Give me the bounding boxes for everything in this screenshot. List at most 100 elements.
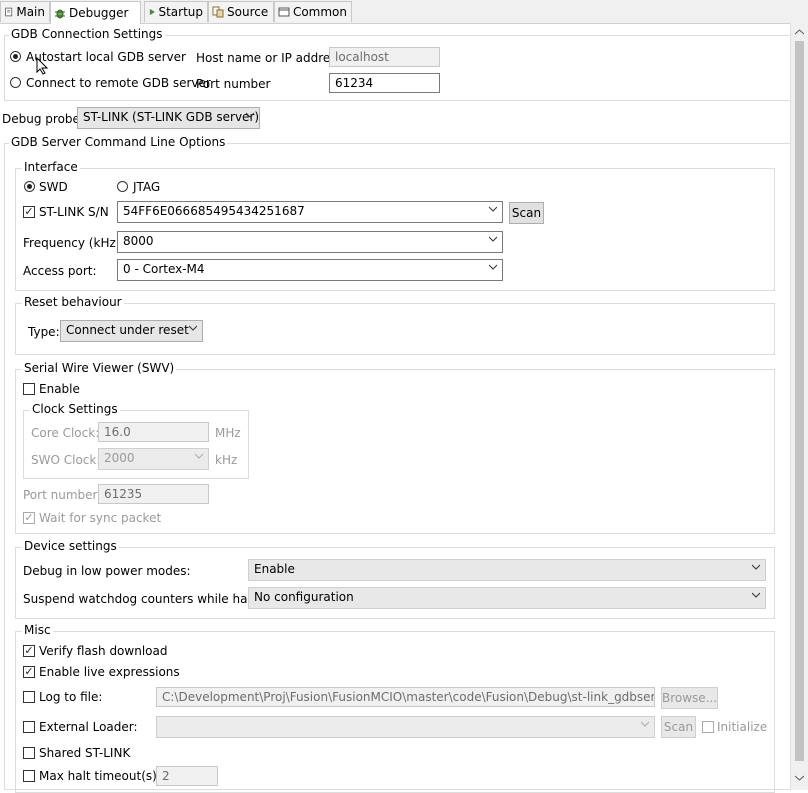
swv-enable-label[interactable]: Enable [39, 382, 80, 396]
gdb-connection-title: GDB Connection Settings [9, 27, 165, 41]
source-icon [212, 6, 224, 18]
tab-common[interactable]: Common [274, 1, 352, 22]
debug-probe-label: Debug probe [2, 112, 80, 126]
tab-main[interactable]: Main [0, 1, 50, 22]
core-clock-input[interactable]: 16.0 [98, 422, 209, 442]
stlink-sn-select[interactable]: 54FF6E066685495434251687 [117, 201, 503, 223]
watchdog-select[interactable]: No configuration [248, 587, 766, 609]
shared-stlink-label[interactable]: Shared ST-LINK [39, 746, 130, 760]
browse-button[interactable]: Browse... [661, 687, 718, 709]
watchdog-label: Suspend watchdog counters while halted: [23, 592, 275, 606]
debugger-bug-icon [55, 9, 65, 19]
swv-enable-checkbox[interactable] [23, 383, 35, 395]
low-power-select[interactable]: Enable [248, 559, 766, 581]
core-clock-unit: MHz [215, 426, 241, 440]
debug-probe-value: ST-LINK (ST-LINK GDB server) [83, 110, 260, 124]
frequency-label: Frequency (kHz): [23, 236, 125, 250]
tab-main-label: Main [16, 5, 45, 19]
live-expr-checkbox[interactable]: ✓ [23, 666, 35, 678]
main-icon [5, 7, 13, 17]
low-power-label: Debug in low power modes: [23, 564, 191, 578]
stlink-sn-checkbox[interactable]: ✓ [23, 206, 35, 218]
scroll-up-icon[interactable] [795, 29, 804, 35]
host-label: Host name or IP address [196, 51, 343, 65]
watchdog-value: No configuration [254, 590, 354, 604]
stlink-sn-label[interactable]: ST-LINK S/N [39, 205, 109, 219]
autostart-label[interactable]: Autostart local GDB server [26, 50, 186, 64]
chevron-down-icon [489, 264, 497, 270]
chevron-down-icon [189, 325, 197, 331]
stlink-sn-value: 54FF6E066685495434251687 [123, 204, 305, 218]
low-power-value: Enable [254, 562, 295, 576]
wait-sync-label[interactable]: Wait for sync packet [39, 511, 161, 525]
server-options-title: GDB Server Command Line Options [9, 135, 228, 149]
interface-title: Interface [22, 160, 80, 174]
initialize-label[interactable]: Initialize [717, 720, 767, 734]
mouse-cursor-icon [36, 57, 48, 75]
ext-loader-label[interactable]: External Loader: [39, 720, 138, 734]
misc-title: Misc [22, 623, 53, 637]
tab-debugger-label: Debugger [69, 6, 129, 20]
frequency-value: 8000 [123, 234, 154, 248]
swv-port-input[interactable]: 61235 [98, 484, 209, 504]
tab-startup[interactable]: Startup [144, 1, 208, 22]
live-expr-label[interactable]: Enable live expressions [39, 665, 180, 679]
access-port-value: 0 - Cortex-M4 [123, 262, 205, 276]
autostart-radio[interactable] [10, 51, 21, 62]
tab-startup-label: Startup [158, 5, 203, 19]
scrollbar-thumb[interactable] [795, 41, 804, 761]
scan-button[interactable]: Scan [509, 202, 544, 224]
scroll-down-icon[interactable] [795, 775, 804, 781]
tab-source[interactable]: Source [208, 1, 274, 22]
log-file-checkbox[interactable] [23, 691, 35, 703]
port-input[interactable]: 61234 [329, 73, 440, 93]
swd-radio[interactable] [24, 181, 35, 192]
chevron-down-icon [641, 721, 649, 727]
swo-clock-label: SWO Clock: [31, 453, 101, 467]
chevron-down-icon [752, 592, 760, 598]
swv-title: Serial Wire Viewer (SWV) [22, 361, 177, 375]
frequency-select[interactable]: 8000 [117, 231, 503, 253]
remote-gdb-radio[interactable] [10, 77, 21, 88]
ext-loader-checkbox[interactable] [23, 721, 35, 733]
max-halt-checkbox[interactable] [23, 770, 35, 782]
shared-stlink-checkbox[interactable] [23, 747, 35, 759]
verify-flash-checkbox[interactable]: ✓ [23, 645, 35, 657]
swo-clock-select[interactable]: 2000 [98, 448, 209, 470]
verify-flash-label[interactable]: Verify flash download [39, 644, 167, 658]
swv-port-label: Port number: [23, 488, 102, 502]
port-label: Port number [196, 77, 271, 91]
jtag-radio[interactable] [117, 181, 128, 192]
access-port-label: Access port: [23, 264, 97, 278]
ext-loader-select[interactable] [156, 716, 655, 738]
max-halt-input[interactable]: 2 [156, 766, 218, 786]
reset-type-select[interactable]: Connect under reset [60, 320, 203, 342]
reset-type-label: Type: [28, 325, 60, 339]
log-file-label[interactable]: Log to file: [39, 690, 102, 704]
core-clock-label: Core Clock: [31, 426, 100, 440]
chevron-down-icon [489, 236, 497, 242]
host-input[interactable]: localhost [329, 47, 440, 67]
max-halt-label[interactable]: Max halt timeout(s): [39, 769, 161, 783]
tab-source-label: Source [227, 5, 269, 19]
wait-sync-checkbox[interactable]: ✓ [23, 512, 35, 524]
initialize-checkbox[interactable] [702, 721, 714, 733]
startup-play-icon [149, 8, 155, 16]
chevron-down-icon [489, 206, 497, 212]
chevron-down-icon [246, 112, 254, 118]
swd-label[interactable]: SWD [39, 180, 68, 194]
chevron-down-icon [195, 453, 203, 459]
ext-loader-scan-button[interactable]: Scan [661, 716, 696, 738]
reset-type-value: Connect under reset [66, 323, 189, 337]
vertical-scrollbar[interactable] [790, 23, 808, 790]
reset-title: Reset behaviour [22, 295, 124, 309]
log-file-input[interactable]: C:\Development\Proj\Fusion\FusionMCIO\ma… [156, 687, 655, 707]
debug-probe-select[interactable]: ST-LINK (ST-LINK GDB server) [77, 107, 260, 129]
swo-clock-unit: kHz [215, 453, 238, 467]
tab-debugger[interactable]: Debugger [50, 1, 141, 24]
jtag-label[interactable]: JTAG [133, 180, 160, 194]
tab-common-label: Common [292, 5, 347, 19]
remote-gdb-label[interactable]: Connect to remote GDB server [26, 76, 211, 90]
swo-clock-value: 2000 [104, 451, 135, 465]
access-port-select[interactable]: 0 - Cortex-M4 [117, 259, 503, 281]
